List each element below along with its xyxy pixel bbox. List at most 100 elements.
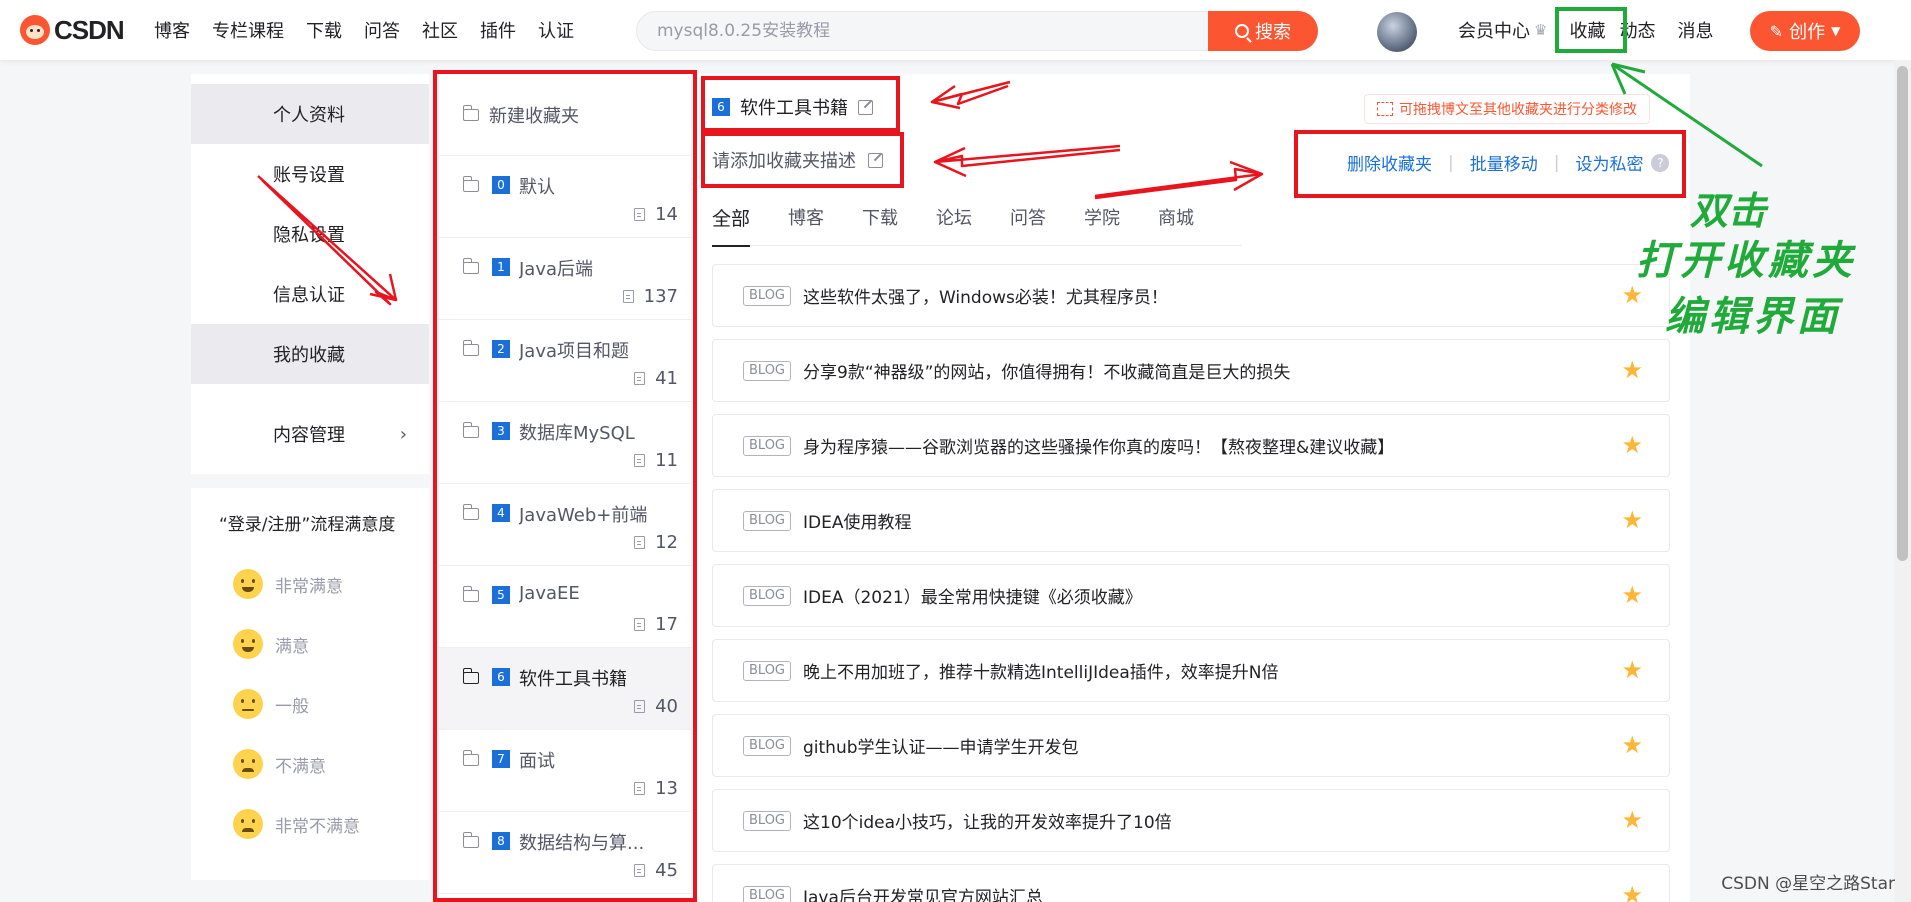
- star-icon[interactable]: ★: [1621, 356, 1643, 384]
- dynamics-link[interactable]: 动态: [1619, 17, 1655, 43]
- sidebar-item-content-management[interactable]: 内容管理 ›: [191, 404, 429, 464]
- article-row[interactable]: BLOG 晚上不用加班了，推荐十款精选IntelliJIdea插件，效率提升N倍 ★: [712, 639, 1670, 702]
- vip-center-label: 会员中心: [1458, 21, 1530, 42]
- folder-name: Java后端: [519, 259, 594, 280]
- star-icon[interactable]: ★: [1621, 506, 1643, 534]
- crown-icon: ♛: [1534, 21, 1548, 39]
- folder-content: 6 软件工具书籍 请添加收藏夹描述 可拖拽博文至其他收藏夹进行分类修改 删除收藏…: [692, 74, 1690, 902]
- article-row[interactable]: BLOG 身为程序猿——谷歌浏览器的这些骚操作你真的废吗！【熬夜整理&建议收藏】 ★: [712, 414, 1670, 477]
- star-icon[interactable]: ★: [1621, 731, 1643, 759]
- article-row[interactable]: BLOG IDEA使用教程 ★: [712, 489, 1670, 552]
- folder-item[interactable]: 8 数据结构与算... 45: [439, 812, 692, 894]
- article-title[interactable]: 晚上不用加班了，推荐十款精选IntelliJIdea插件，效率提升N倍: [803, 658, 1279, 683]
- folder-item[interactable]: 5 JavaEE 17: [439, 566, 692, 648]
- folder-description-text: 请添加收藏夹描述: [712, 151, 856, 172]
- delete-folder-button[interactable]: 删除收藏夹: [1347, 150, 1432, 175]
- avatar[interactable]: [1377, 12, 1417, 52]
- sidebar-item-account[interactable]: 账号设置: [191, 144, 429, 204]
- star-icon[interactable]: ★: [1621, 881, 1643, 902]
- sidebar-item-label: 个人资料: [273, 105, 345, 126]
- edit-title-icon[interactable]: [858, 99, 873, 115]
- tab-forum[interactable]: 论坛: [936, 198, 972, 246]
- csdn-logo[interactable]: CSDN: [20, 14, 125, 46]
- survey-option-neutral[interactable]: 一般: [233, 684, 309, 724]
- main-nav: 博客 专栏课程 下载 问答 社区 插件 认证: [143, 0, 585, 60]
- tab-all[interactable]: 全部: [712, 198, 751, 247]
- folder-icon: [462, 422, 479, 438]
- article-title[interactable]: Java后台开发常见官方网站汇总: [803, 883, 1043, 902]
- sidebar-item-my-favorites[interactable]: 我的收藏: [191, 324, 429, 384]
- edit-description-icon[interactable]: [868, 152, 883, 168]
- article-row[interactable]: BLOG 这些软件太强了，Windows必装！尤其程序员！ ★: [712, 264, 1670, 327]
- scrollbar-thumb[interactable]: [1897, 66, 1908, 561]
- nav-certify[interactable]: 认证: [527, 17, 585, 43]
- article-title[interactable]: IDEA（2021）最全常用快捷键《必须收藏》: [803, 583, 1142, 608]
- document-icon: [634, 454, 646, 467]
- folder-item[interactable]: 2 Java项目和题 41: [439, 320, 692, 402]
- article-row[interactable]: BLOG Java后台开发常见官方网站汇总 ★: [712, 864, 1670, 902]
- article-row[interactable]: BLOG 分享9款“神器级”的网站，你值得拥有！不收藏简直是巨大的损失 ★: [712, 339, 1670, 402]
- set-private-button[interactable]: 设为私密: [1575, 150, 1643, 175]
- survey-option-dissatisfied[interactable]: 不满意: [233, 744, 326, 784]
- nav-community[interactable]: 社区: [411, 17, 469, 43]
- sidebar-item-verification[interactable]: 信息认证: [191, 264, 429, 324]
- page-scrollbar[interactable]: [1894, 60, 1911, 902]
- nav-blog[interactable]: 博客: [143, 17, 201, 43]
- article-row[interactable]: BLOG github学生认证——申请学生开发包 ★: [712, 714, 1670, 777]
- new-folder-button[interactable]: 新建收藏夹: [439, 74, 692, 156]
- sidebar-item-label: 账号设置: [273, 165, 345, 186]
- vip-center-link[interactable]: 会员中心 ♛: [1458, 17, 1547, 43]
- article-title[interactable]: github学生认证——申请学生开发包: [803, 733, 1079, 758]
- folder-name: 面试: [519, 751, 555, 772]
- tab-academy[interactable]: 学院: [1084, 198, 1120, 246]
- tab-qa[interactable]: 问答: [1010, 198, 1046, 246]
- batch-move-button[interactable]: 批量移动: [1470, 150, 1538, 175]
- folder-item[interactable]: 3 数据库MySQL 11: [439, 402, 692, 484]
- search-input[interactable]: [657, 12, 1177, 50]
- sidebar-item-profile[interactable]: 个人资料: [191, 84, 429, 144]
- survey-option-very-dissatisfied[interactable]: 非常不满意: [233, 804, 360, 844]
- survey-option-satisfied[interactable]: 满意: [233, 624, 309, 664]
- nav-qa[interactable]: 问答: [353, 17, 411, 43]
- folder-index-badge: 1: [492, 258, 510, 276]
- folder-item[interactable]: 7 面试 13: [439, 730, 692, 812]
- messages-link[interactable]: 消息: [1677, 17, 1713, 43]
- star-icon[interactable]: ★: [1621, 806, 1643, 834]
- tab-mall[interactable]: 商城: [1158, 198, 1194, 246]
- tab-blog[interactable]: 博客: [788, 198, 824, 246]
- nav-courses[interactable]: 专栏课程: [201, 17, 295, 43]
- survey-option-very-satisfied[interactable]: 非常满意: [233, 564, 343, 604]
- folder-count: 14: [634, 204, 678, 225]
- folder-item[interactable]: 4 JavaWeb+前端 12: [439, 484, 692, 566]
- pen-icon: ✎: [1769, 21, 1784, 41]
- folder-count: 41: [634, 368, 678, 389]
- folder-count-value: 13: [655, 778, 678, 799]
- folder-item[interactable]: 0 默认 14: [439, 156, 692, 238]
- folder-item-selected[interactable]: 6 软件工具书籍 40: [439, 648, 692, 730]
- article-title[interactable]: IDEA使用教程: [803, 508, 911, 533]
- tab-download[interactable]: 下载: [862, 198, 898, 246]
- article-title[interactable]: 身为程序猿——谷歌浏览器的这些骚操作你真的废吗！【熬夜整理&建议收藏】: [803, 433, 1394, 458]
- star-icon[interactable]: ★: [1621, 581, 1643, 609]
- favorites-link[interactable]: 收藏: [1569, 17, 1605, 43]
- article-title[interactable]: 分享9款“神器级”的网站，你值得拥有！不收藏简直是巨大的损失: [803, 358, 1290, 383]
- search-button[interactable]: 搜索: [1208, 11, 1318, 51]
- article-title[interactable]: 这些软件太强了，Windows必装！尤其程序员！: [803, 283, 1168, 308]
- star-icon[interactable]: ★: [1621, 656, 1643, 684]
- frown-emoji-icon: [233, 749, 263, 779]
- annotation-text-3: 编辑界面: [1665, 293, 1841, 340]
- article-row[interactable]: BLOG 这10个idea小技巧，让我的开发效率提升了10倍 ★: [712, 789, 1670, 852]
- neutral-emoji-icon: [233, 689, 263, 719]
- article-title[interactable]: 这10个idea小技巧，让我的开发效率提升了10倍: [803, 808, 1172, 833]
- folder-item[interactable]: 1 Java后端 137: [439, 238, 692, 320]
- folder-description[interactable]: 请添加收藏夹描述: [712, 147, 883, 173]
- folder-count-value: 17: [655, 614, 678, 635]
- create-button[interactable]: ✎ 创作 ▼: [1750, 11, 1860, 51]
- nav-download[interactable]: 下载: [295, 17, 353, 43]
- action-separator: |: [1553, 152, 1560, 173]
- nav-plugin[interactable]: 插件: [469, 17, 527, 43]
- help-icon[interactable]: ?: [1651, 153, 1670, 172]
- sidebar-item-privacy[interactable]: 隐私设置: [191, 204, 429, 264]
- star-icon[interactable]: ★: [1621, 431, 1643, 459]
- article-row[interactable]: BLOG IDEA（2021）最全常用快捷键《必须收藏》 ★: [712, 564, 1670, 627]
